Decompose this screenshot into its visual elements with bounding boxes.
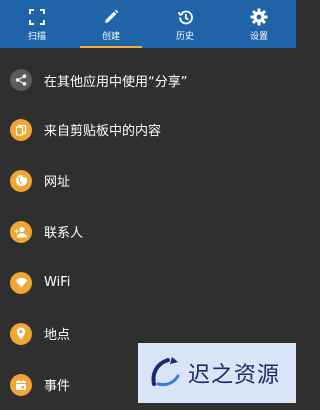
list-item-share[interactable]: 在其他应用中使用“分享” <box>0 56 296 104</box>
list-item-label: 网址 <box>44 175 71 190</box>
wifi-icon <box>10 271 32 294</box>
list-item-clipboard[interactable]: 来自剪贴板中的内容 <box>0 104 296 155</box>
watermark: 迟之资源 <box>138 343 296 403</box>
list-item-label: 在其他应用中使用“分享” <box>44 74 188 90</box>
history-icon <box>176 8 194 26</box>
list-item-url[interactable]: 网址 <box>0 155 296 206</box>
tab-settings-label: 设置 <box>249 32 268 42</box>
watermark-text: 迟之资源 <box>188 363 281 388</box>
list-item-label: 来自剪贴板中的内容 <box>44 124 162 139</box>
scan-frame-icon <box>28 8 46 26</box>
list-item-label: 事件 <box>44 379 71 394</box>
list-item-label: WiFi <box>44 275 71 290</box>
gear-icon <box>250 8 268 26</box>
pencil-icon <box>102 8 120 26</box>
top-tab-bar: 扫描 创建 历史 设置 <box>0 0 296 48</box>
contact-icon <box>10 220 32 243</box>
tab-history-label: 历史 <box>175 32 194 42</box>
tab-scan-label: 扫描 <box>27 32 46 42</box>
globe-icon <box>10 169 32 192</box>
tab-scan[interactable]: 扫描 <box>0 0 74 48</box>
tab-create-label: 创建 <box>101 32 120 42</box>
tab-settings[interactable]: 设置 <box>222 0 296 48</box>
clipboard-icon <box>10 118 32 141</box>
list-item-label: 地点 <box>44 328 71 343</box>
tab-create[interactable]: 创建 <box>74 0 148 48</box>
calendar-icon <box>10 373 32 396</box>
tab-history[interactable]: 历史 <box>148 0 222 48</box>
list-item-wifi[interactable]: WiFi <box>0 257 296 308</box>
list-item-contact[interactable]: 联系人 <box>0 206 296 257</box>
list-item-label: 联系人 <box>44 226 84 241</box>
watermark-logo-icon <box>146 354 184 392</box>
location-pin-icon <box>10 322 32 345</box>
share-icon <box>10 69 32 91</box>
